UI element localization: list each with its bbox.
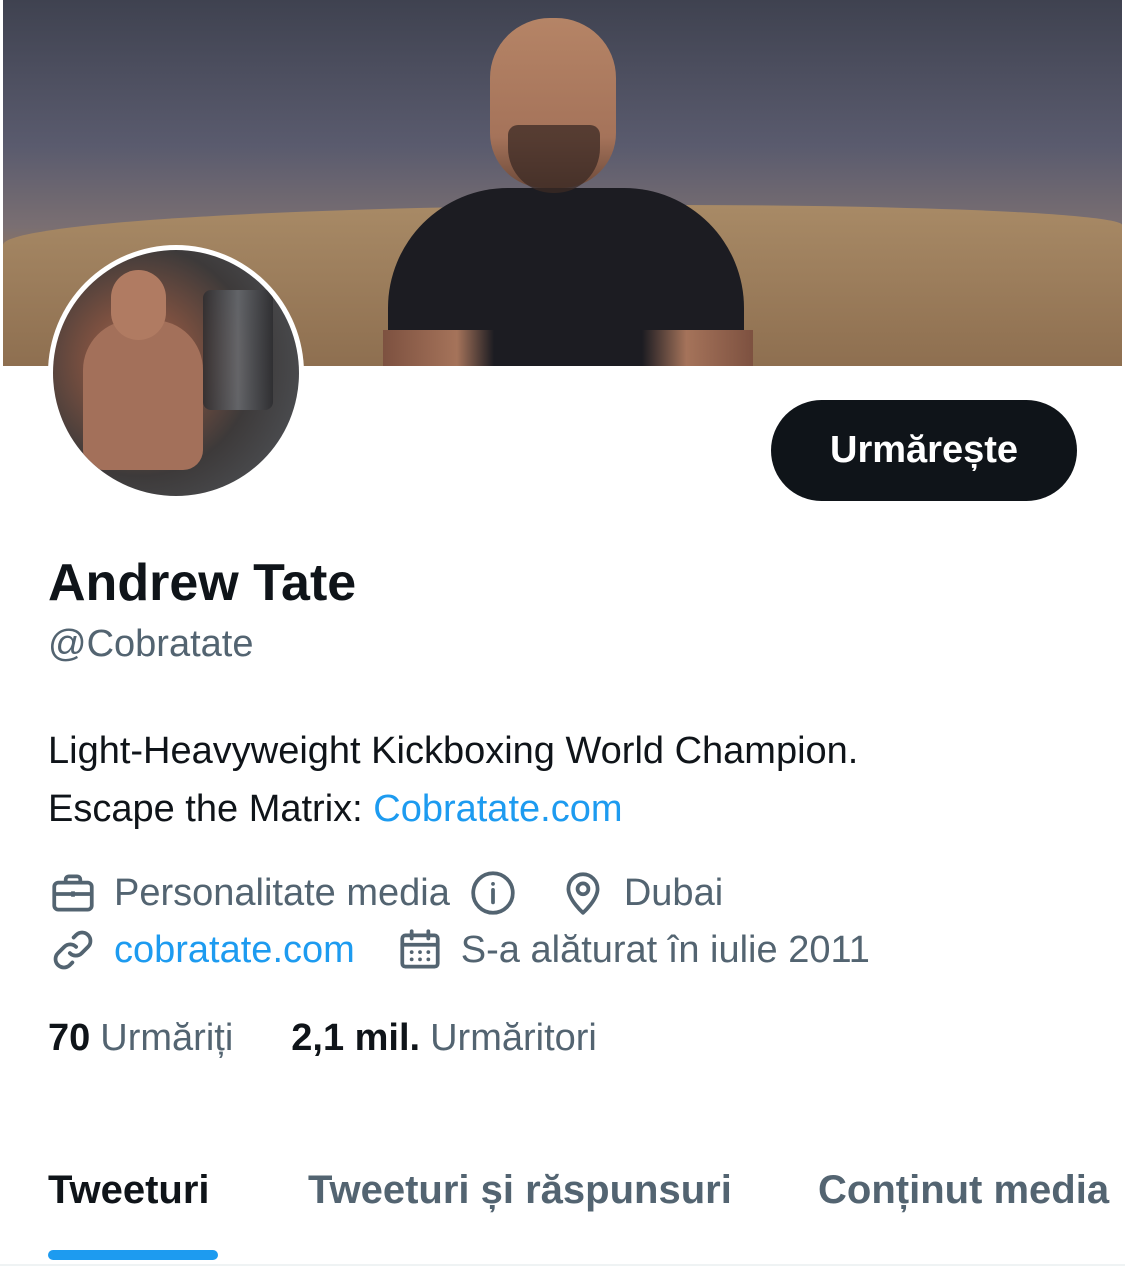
profile-handle: @Cobratate xyxy=(48,623,254,665)
avatar[interactable] xyxy=(48,245,304,501)
tab-media[interactable]: Conținut media xyxy=(818,1168,1109,1213)
calendar-icon xyxy=(400,929,440,969)
bio-line-1: Light-Heavyweight Kickboxing World Champ… xyxy=(48,730,859,772)
profile-meta-row-1: Personalitate media Dubai xyxy=(48,868,723,918)
bio-line-2: Escape the Matrix: Cobratate.com xyxy=(48,780,1088,838)
followers-count: 2,1 mil. xyxy=(291,1017,421,1059)
avatar-person-body xyxy=(83,320,203,470)
profile-category: Personalitate media xyxy=(114,871,450,914)
briefcase-icon xyxy=(52,874,94,912)
profile-stats: 70 Urmăriți 2,1 mil. Urmăritori xyxy=(48,1017,597,1060)
profile-joined-date: S-a alăturat în iulie 2011 xyxy=(460,928,870,971)
avatar-person-head xyxy=(111,270,166,340)
avatar-photo xyxy=(53,250,299,496)
location-pin-icon xyxy=(566,872,600,915)
followers-label: Urmăritori xyxy=(430,1017,597,1059)
following-count: 70 xyxy=(48,1017,91,1059)
profile-location: Dubai xyxy=(623,871,724,914)
info-icon[interactable] xyxy=(468,868,518,918)
profile-meta-row-2: cobratate.com S-a alăturat în iulie 2011 xyxy=(48,925,870,975)
followers-stat[interactable]: 2,1 mil. Urmăritori xyxy=(291,1017,597,1060)
profile-website-link[interactable]: cobratate.com xyxy=(114,929,355,972)
profile-bio: Light-Heavyweight Kickboxing World Champ… xyxy=(48,722,1088,838)
following-stat[interactable]: 70 Urmăriți xyxy=(48,1017,233,1060)
profile-tabs: Tweeturi Tweeturi și răspunsuri Conținut… xyxy=(0,1160,1125,1268)
follow-button[interactable]: Urmărește xyxy=(771,400,1077,501)
bio-link[interactable]: Cobratate.com xyxy=(373,788,622,830)
banner-person-arms xyxy=(383,330,753,366)
profile-name: Andrew Tate xyxy=(48,554,357,612)
tab-tweets-and-replies[interactable]: Tweeturi și răspunsuri xyxy=(308,1168,732,1213)
avatar-gym-equipment xyxy=(203,290,273,410)
link-icon xyxy=(53,930,93,970)
tabs-divider xyxy=(0,1264,1125,1266)
bio-line-2-text: Escape the Matrix: xyxy=(48,788,363,830)
active-tab-indicator xyxy=(48,1250,218,1260)
following-label: Urmăriți xyxy=(100,1017,234,1059)
tab-tweets[interactable]: Tweeturi xyxy=(48,1168,210,1213)
